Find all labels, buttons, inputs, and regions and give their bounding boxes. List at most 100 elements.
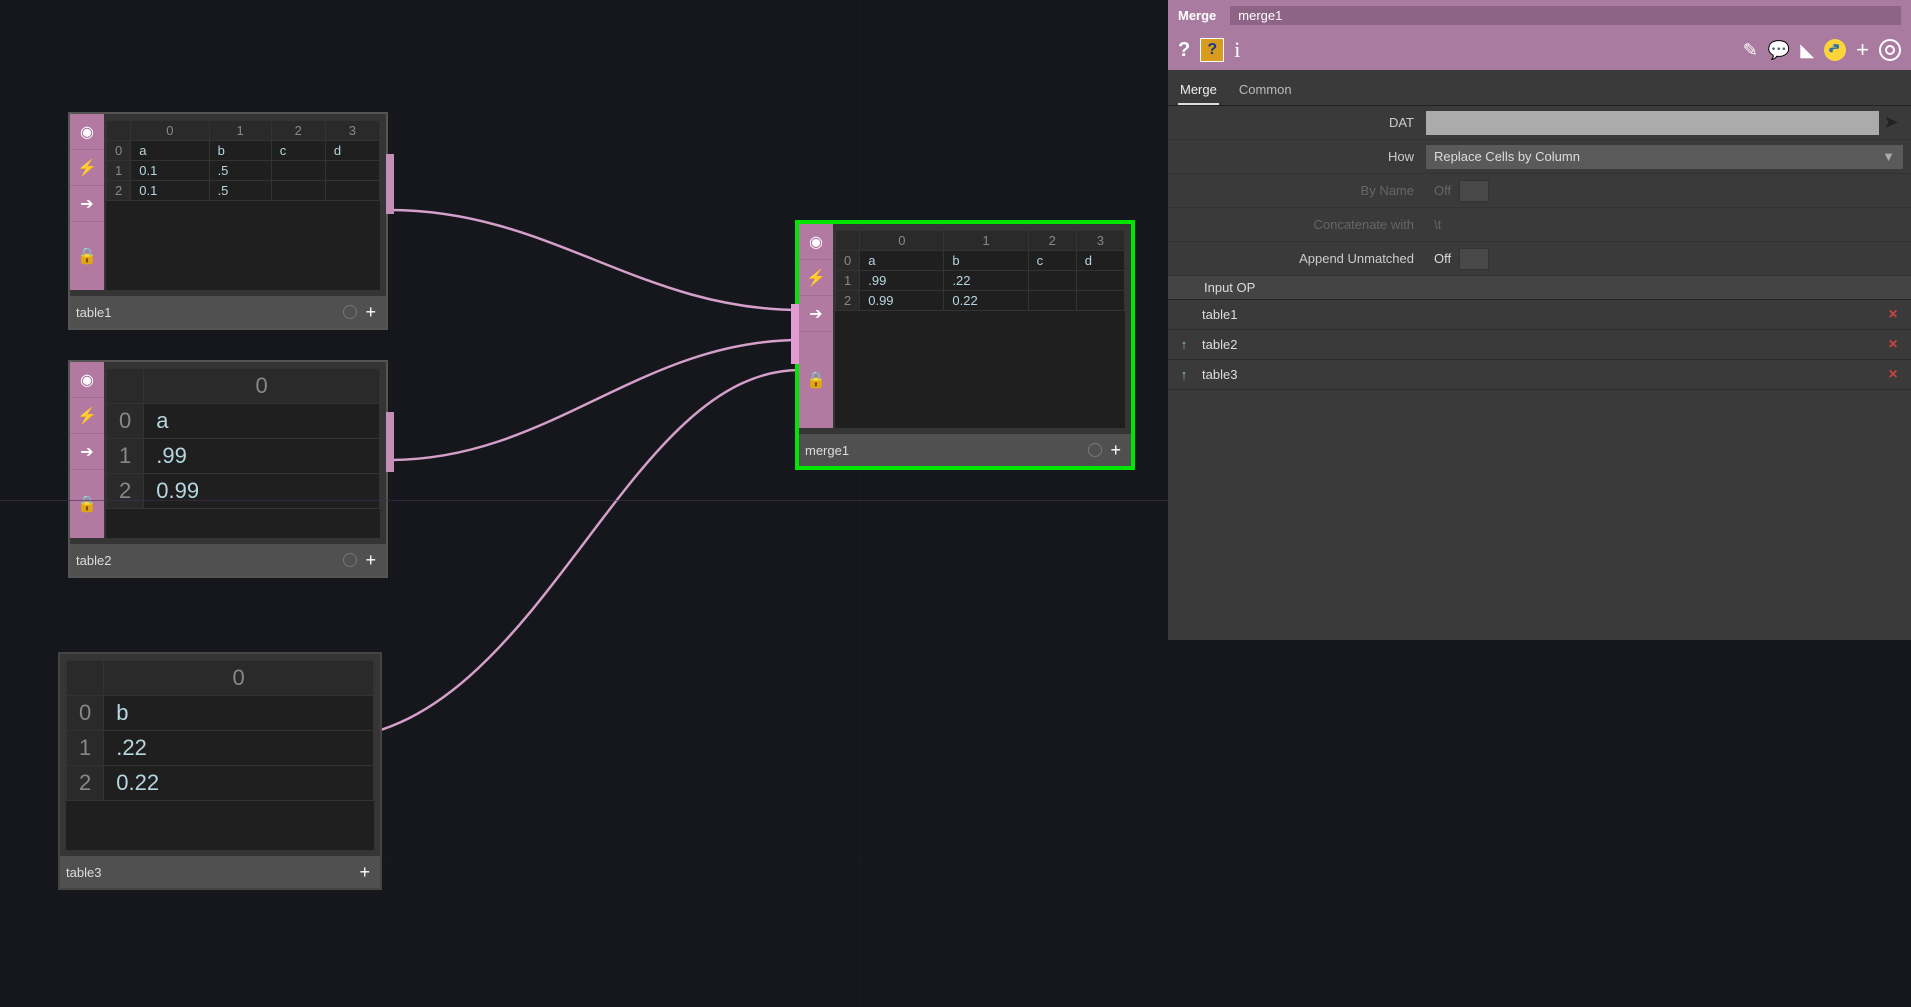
input-op-name[interactable]: table2 [1194,337,1881,352]
info-icon[interactable]: i [1234,37,1240,63]
toggle-box[interactable] [1459,248,1489,270]
node-viewer[interactable]: 0 0a 1.99 20.99 [106,368,380,538]
append-toggle[interactable]: Off [1426,248,1489,270]
node-name[interactable]: table3 [66,865,355,880]
help-badge-icon[interactable]: ? [1200,38,1224,62]
lock-icon[interactable]: 🔒 [799,332,833,428]
how-dropdown[interactable]: Replace Cells by Column ▼ [1426,145,1903,169]
toggle-value: Off [1426,183,1459,198]
add-output-icon[interactable]: + [1106,440,1125,461]
input-op-row: ↑ table3 × [1168,360,1911,390]
activity-icon[interactable]: ⚡ [799,260,833,296]
cell: 0.1 [131,161,209,181]
tab-common[interactable]: Common [1237,78,1294,105]
node-viewer[interactable]: 0 1 2 3 0 a b c d 1 .99 .22 2 0.99 0.22 [835,230,1125,428]
param-label: Append Unmatched [1176,251,1426,266]
col-header: 1 [944,231,1028,251]
node-footer: table1 + [70,296,386,328]
help-icon[interactable]: ? [1178,39,1190,62]
cell: d [1076,251,1124,271]
cell: 0.99 [860,291,944,311]
viewer-active-icon[interactable]: ◉ [70,114,104,150]
chevron-down-icon: ▼ [1882,149,1895,164]
cell: c [271,141,325,161]
lock-icon[interactable]: 🔒 [70,470,104,538]
node-table2[interactable]: ◉ ⚡ ➔ 🔒 0 0a 1.99 20.99 table2 + [68,360,388,578]
param-concat: Concatenate with \t [1168,208,1911,242]
node-name[interactable]: table1 [76,305,339,320]
python-icon[interactable] [1824,39,1846,61]
col-header: 3 [1076,231,1124,251]
operator-name-field[interactable]: merge1 [1230,6,1901,25]
corner-cell [107,369,144,404]
target-icon[interactable] [1879,39,1901,61]
clone-indicator-icon[interactable] [343,305,357,319]
op-picker-icon[interactable]: ➤ [1879,111,1903,135]
param-label: How [1176,149,1426,164]
viewer-active-icon[interactable]: ◉ [799,224,833,260]
dat-path-field[interactable] [1426,111,1879,135]
col-header: 1 [209,121,271,141]
export-icon[interactable]: ➔ [70,186,104,222]
activity-icon[interactable]: ⚡ [70,398,104,434]
clone-indicator-icon[interactable] [343,553,357,567]
delete-input-icon[interactable]: × [1881,306,1905,324]
cell [1076,271,1124,291]
param-how: How Replace Cells by Column ▼ [1168,140,1911,174]
node-table3[interactable]: 0 0b 1.22 20.22 table3 + [58,652,382,890]
plus-icon[interactable]: + [1856,37,1869,63]
node-viewer[interactable]: 0 0b 1.22 20.22 [66,660,374,850]
cell: b [209,141,271,161]
node-merge1[interactable]: ◉ ⚡ ➔ 🔒 0 1 2 3 0 a b c d 1 .99 .22 [795,220,1135,470]
sequence-header-label: Input OP [1178,280,1255,295]
operator-type: Merge [1178,8,1216,23]
node-viewer[interactable]: 0 1 2 3 0 a b c d 1 0.1 .5 2 0.1 [106,120,380,290]
node-name[interactable]: table2 [76,553,339,568]
input-connector[interactable] [791,304,799,364]
add-output-icon[interactable]: + [361,550,380,571]
cell [1028,271,1076,291]
reorder-up-icon: ↑ [1174,307,1194,322]
network-pane[interactable]: ◉ ⚡ ➔ 🔒 0 1 2 3 0 a b c d 1 0.1 .5 [0,0,1168,1007]
reorder-up-icon[interactable]: ↑ [1174,367,1194,382]
viewer-active-icon[interactable]: ◉ [70,362,104,398]
export-icon[interactable]: ➔ [799,296,833,332]
col-header: 3 [325,121,379,141]
cell: .99 [144,439,380,474]
node-table1[interactable]: ◉ ⚡ ➔ 🔒 0 1 2 3 0 a b c d 1 0.1 .5 [68,112,388,330]
export-icon[interactable]: ➔ [70,434,104,470]
cell: a [860,251,944,271]
add-output-icon[interactable]: + [361,302,380,323]
row-index: 2 [107,181,131,201]
activity-icon[interactable]: ⚡ [70,150,104,186]
col-header: 2 [271,121,325,141]
node-name[interactable]: merge1 [805,443,1084,458]
delete-input-icon[interactable]: × [1881,366,1905,384]
param-append: Append Unmatched Off [1168,242,1911,276]
param-label: Concatenate with [1176,217,1426,232]
cell [271,161,325,181]
add-output-icon[interactable]: + [355,862,374,883]
comment-icon[interactable]: 💬 [1768,40,1790,61]
dropdown-value: Replace Cells by Column [1434,149,1580,164]
tag-icon[interactable]: ◣ [1800,40,1814,61]
cell: 0.99 [144,474,380,509]
cell: a [131,141,209,161]
cell: d [325,141,379,161]
node-footer: merge1 + [799,434,1131,466]
reorder-up-icon[interactable]: ↑ [1174,337,1194,352]
tab-merge[interactable]: Merge [1178,78,1219,105]
parameter-panel: Merge merge1 ? ? i ✎ 💬 ◣ + Merge Common … [1168,0,1911,640]
input-op-name[interactable]: table1 [1194,307,1881,322]
pencil-icon[interactable]: ✎ [1743,40,1758,61]
output-connector[interactable] [386,154,394,214]
node-footer: table2 + [70,544,386,576]
cell: b [944,251,1028,271]
delete-input-icon[interactable]: × [1881,336,1905,354]
output-connector[interactable] [386,412,394,472]
input-op-name[interactable]: table3 [1194,367,1881,382]
lock-icon[interactable]: 🔒 [70,222,104,290]
cell: a [144,404,380,439]
cell: .22 [944,271,1028,291]
clone-indicator-icon[interactable] [1088,443,1102,457]
